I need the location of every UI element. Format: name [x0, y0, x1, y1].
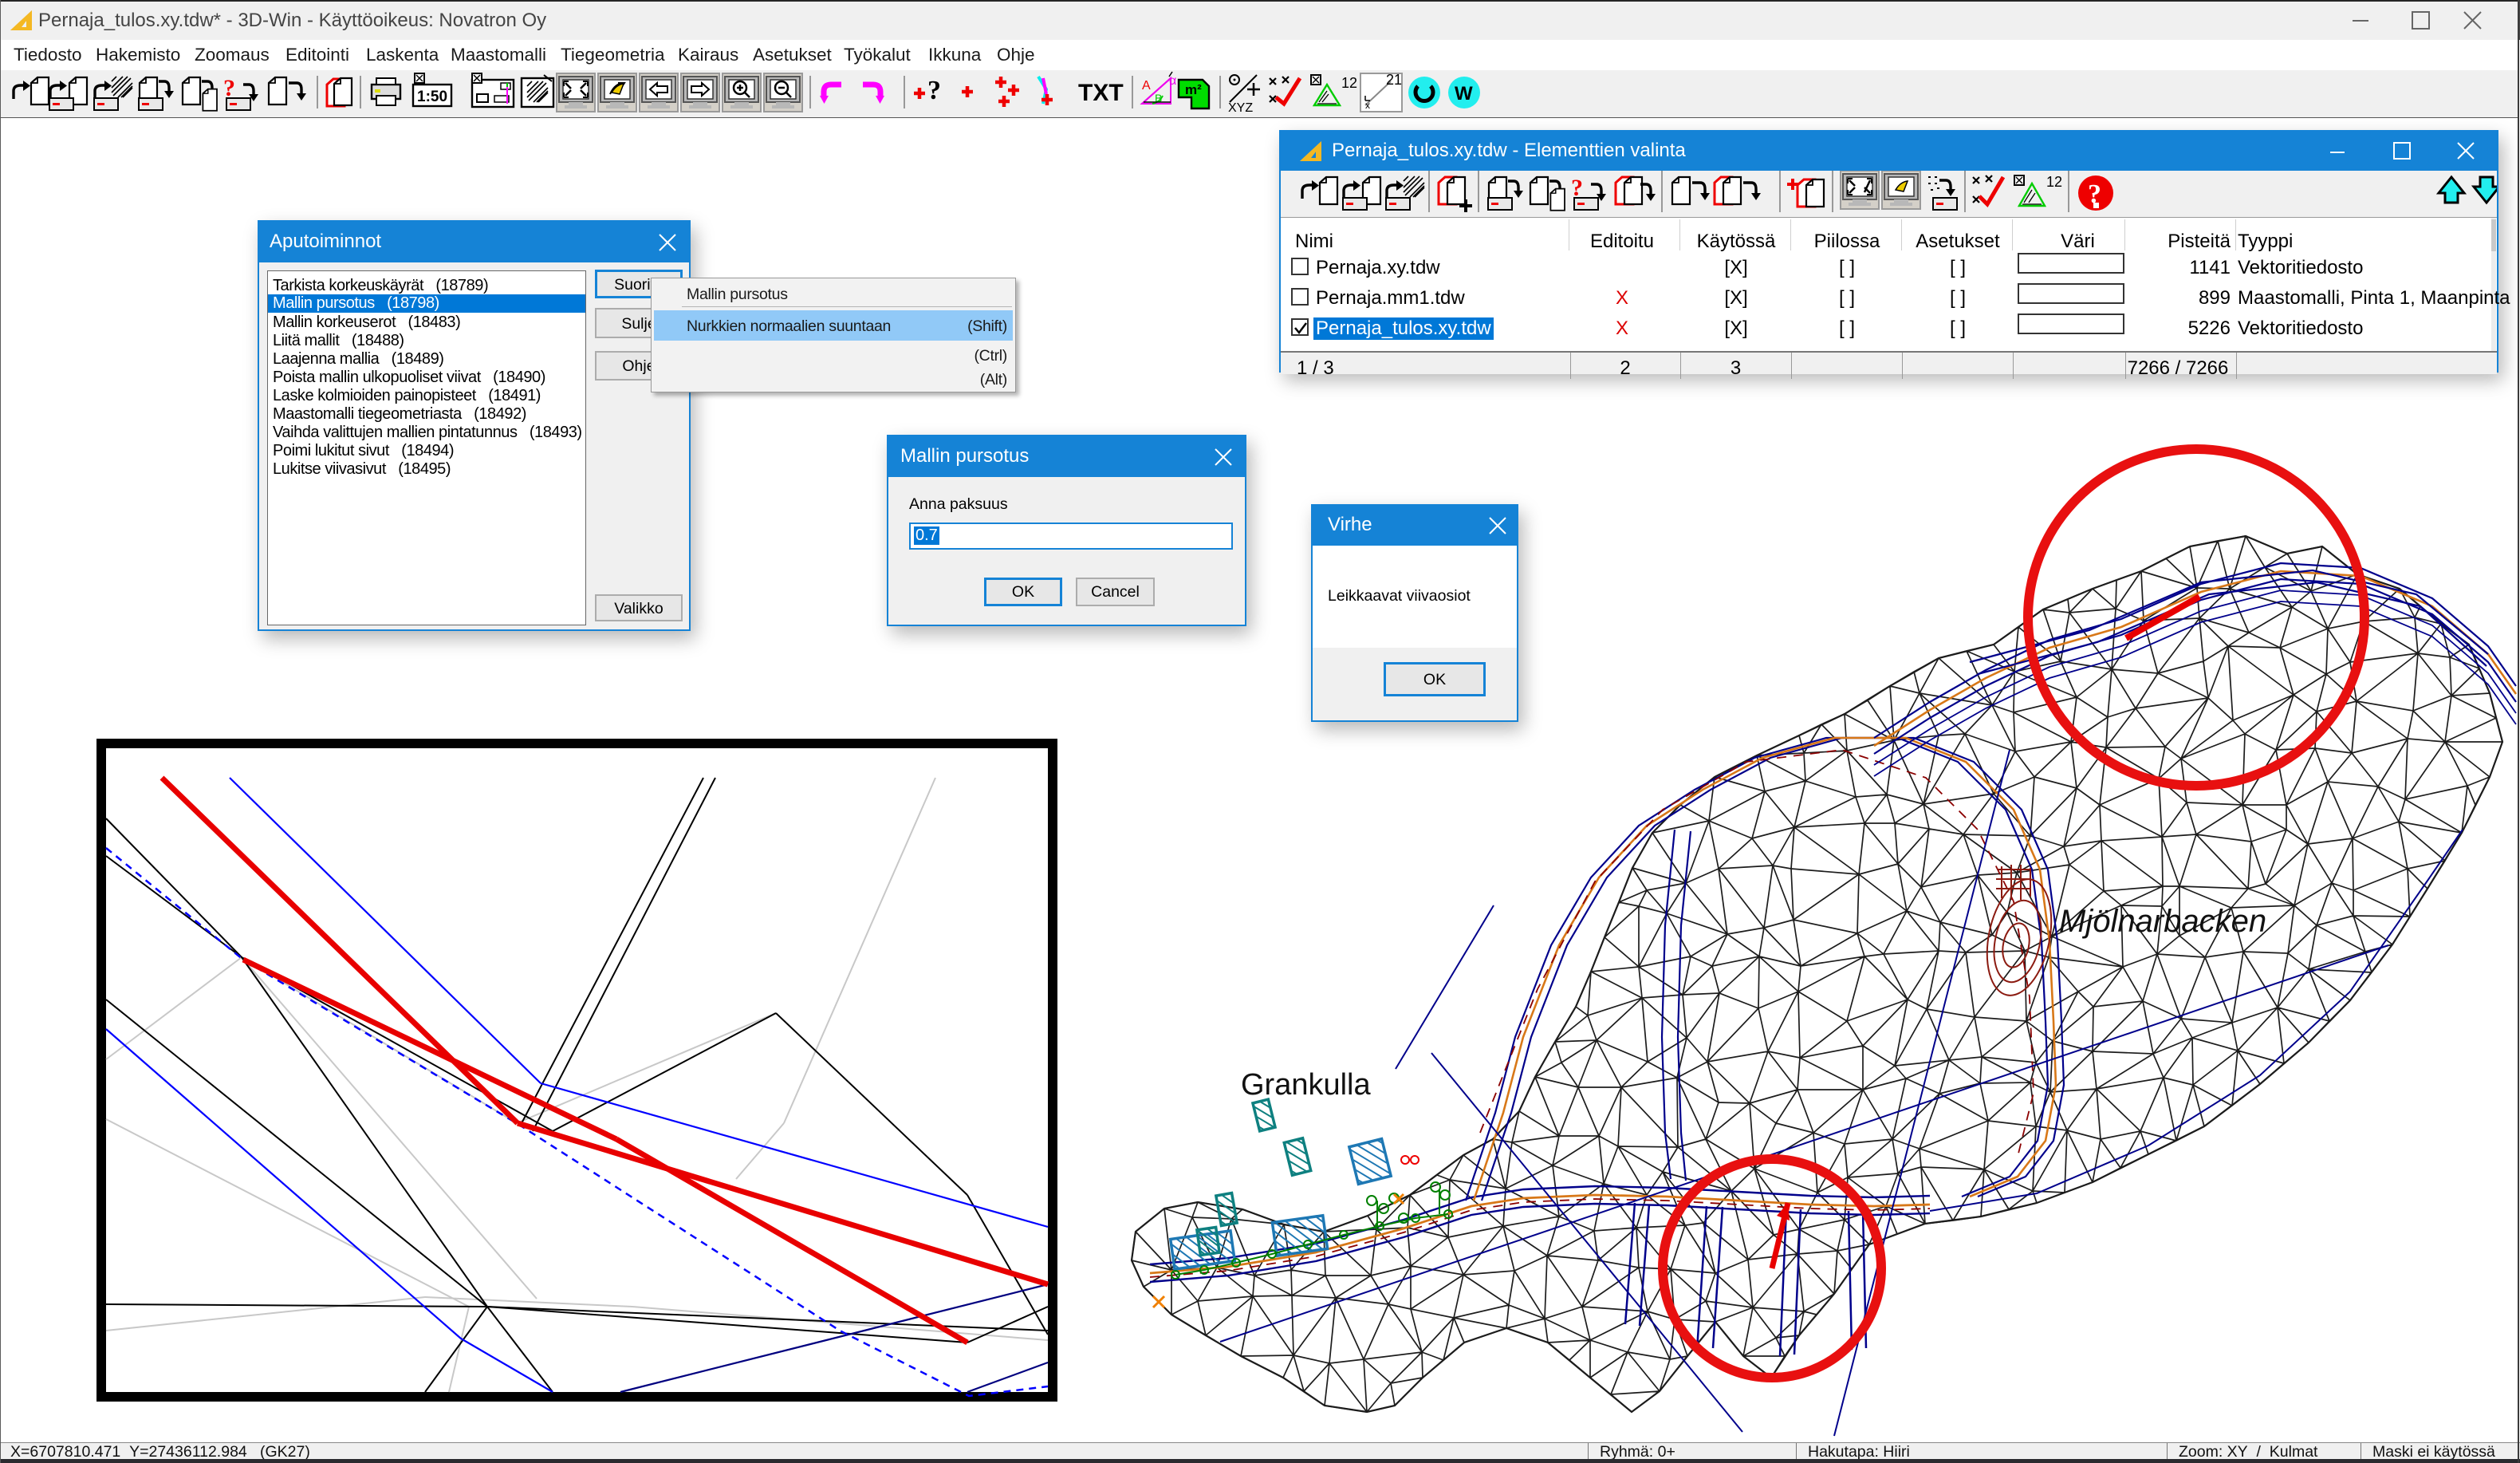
svg-text:Grankulla: Grankulla	[1241, 1068, 1371, 1102]
svg-text:12: 12	[2046, 174, 2062, 190]
svg-text:Mjölnarbacken: Mjölnarbacken	[2059, 904, 2266, 939]
